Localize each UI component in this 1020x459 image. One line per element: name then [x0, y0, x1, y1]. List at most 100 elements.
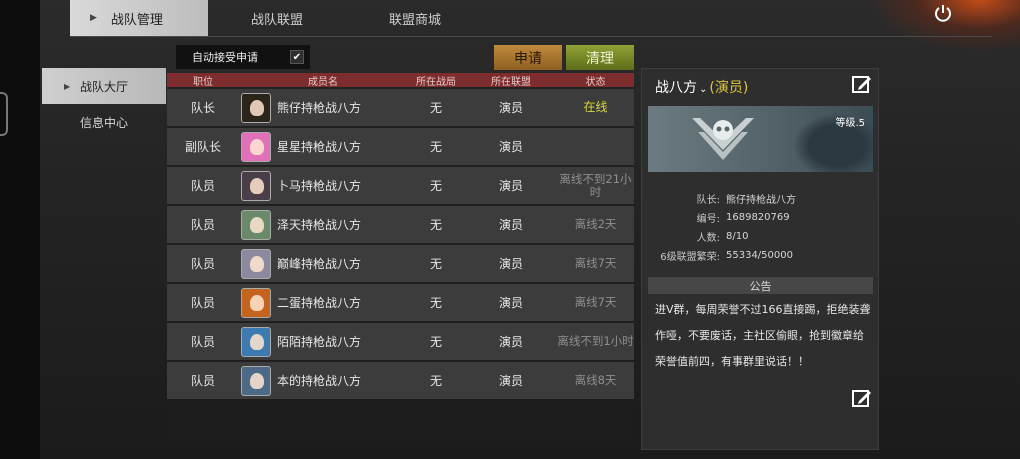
- cell-alliance: 演员: [498, 257, 523, 271]
- tab-label: 战队联盟: [250, 12, 303, 28]
- tab-label: 联盟商城: [388, 12, 441, 28]
- avatar[interactable]: [241, 248, 271, 279]
- cell-status: [557, 128, 634, 165]
- info-value: 1689820769: [726, 212, 790, 223]
- cell-status: 在线: [583, 100, 608, 114]
- header-alliance: 所在联盟: [491, 76, 531, 88]
- info-key: 人数:: [696, 233, 720, 244]
- info-row-prosperity: 6级联盟繁荣: 55334/50000: [648, 246, 873, 265]
- table-row[interactable]: 队员 卜马持枪战八方 无 演员 离线不到21小时: [167, 167, 634, 204]
- tab-alliance-shop[interactable]: 联盟商城: [346, 0, 484, 36]
- avatar[interactable]: [241, 209, 271, 240]
- avatar[interactable]: [241, 170, 271, 201]
- avatar[interactable]: [241, 131, 271, 162]
- member-table: 职位 成员名 所在战局 所在联盟 状态 队长 熊仔持枪战八方无演员 在线 副队长 星星持…: [167, 73, 634, 451]
- team-name: 战八方: [655, 80, 697, 96]
- avatar[interactable]: [241, 326, 271, 357]
- cell-status: 离线2天: [574, 217, 617, 231]
- member-name: 泽天持枪战八方: [277, 218, 362, 232]
- cell-member: 二蛋持枪战八方: [239, 284, 407, 321]
- cell-member: 陌陌持枪战八方: [239, 323, 407, 360]
- cell-status: 离线7天: [574, 256, 617, 270]
- cell-position: 副队长: [184, 140, 221, 154]
- avatar-face: [250, 177, 264, 194]
- nav-item-info-center[interactable]: 信息中心: [42, 104, 166, 140]
- info-value: 熊仔持枪战八方: [726, 195, 796, 206]
- table-row[interactable]: 副队长 星星持枪战八方 无 演员: [167, 128, 634, 165]
- team-title[interactable]: 战八方 ⌄ (演员): [655, 77, 748, 97]
- team-info-list: 队长: 熊仔持枪战八方 编号: 1689820769 人数: 8/10 6级联盟…: [648, 189, 873, 265]
- info-key: 编号:: [696, 214, 720, 225]
- cell-member: 熊仔持枪战八方: [239, 89, 407, 126]
- header-position: 职位: [193, 76, 213, 88]
- cell-position: 队员: [190, 257, 215, 271]
- cell-position: 队员: [190, 179, 215, 193]
- member-name: 巅峰持枪战八方: [277, 257, 362, 271]
- avatar[interactable]: [241, 287, 271, 318]
- header-battle: 所在战局: [416, 76, 456, 88]
- tab-label: 战队管理: [110, 12, 163, 28]
- info-value: 8/10: [726, 231, 749, 242]
- header-member-name: 成员名: [308, 76, 338, 88]
- tab-team-alliance[interactable]: 战队联盟: [208, 0, 346, 36]
- cell-status: 离线7天: [574, 295, 617, 309]
- left-shade: [0, 0, 40, 459]
- avatar-face: [250, 255, 264, 272]
- cell-alliance: 演员: [498, 101, 523, 115]
- avatar-face: [250, 333, 264, 350]
- cell-member: 星星持枪战八方: [239, 128, 407, 165]
- cell-battle: 无: [429, 296, 442, 310]
- skull-emblem-icon: [692, 118, 754, 160]
- edit-icon[interactable]: [851, 73, 873, 95]
- avatar[interactable]: [241, 365, 271, 396]
- auto-accept-toggle[interactable]: 自动接受申请 ✔: [176, 45, 310, 69]
- cell-status: 离线不到1小时: [557, 334, 634, 348]
- cell-member: 卜马持枪战八方: [239, 167, 407, 204]
- avatar[interactable]: [241, 92, 271, 123]
- info-row-captain: 队长: 熊仔持枪战八方: [648, 189, 873, 208]
- nav-label: 战队大厅: [80, 79, 129, 94]
- cell-alliance: 演员: [498, 140, 523, 154]
- cell-position: 队员: [190, 218, 215, 232]
- member-name: 星星持枪战八方: [277, 140, 362, 154]
- power-icon[interactable]: [932, 2, 954, 24]
- apply-button[interactable]: 申请: [494, 45, 562, 70]
- cell-member: 本的持枪战八方: [239, 362, 407, 399]
- chevron-down-icon: ⌄: [699, 84, 708, 95]
- avatar-face: [250, 99, 264, 116]
- table-row[interactable]: 队员 陌陌持枪战八方 无 演员 离线不到1小时: [167, 323, 634, 360]
- tab-arrow-icon: ▶: [90, 13, 97, 23]
- table-row[interactable]: 队员 巅峰持枪战八方 无 演员 离线7天: [167, 245, 634, 282]
- table-body: 队长 熊仔持枪战八方无演员 在线 副队长 星星持枪战八方无演员 队员 卜马持枪战八方无演员离…: [167, 89, 634, 399]
- cell-battle: 无: [429, 179, 442, 193]
- member-name: 二蛋持枪战八方: [277, 296, 362, 310]
- nav-item-team-hall[interactable]: ▶ 战队大厅: [42, 68, 166, 104]
- tab-team-management[interactable]: ▶ 战队管理: [70, 0, 208, 36]
- cell-alliance: 演员: [498, 374, 523, 388]
- top-tab-bar: ▶ 战队管理 战队联盟 联盟商城: [70, 0, 484, 36]
- nav-label: 信息中心: [80, 115, 129, 130]
- header-status: 状态: [585, 76, 606, 88]
- table-row[interactable]: 队员 本的持枪战八方 无 演员 离线8天: [167, 362, 634, 399]
- table-row[interactable]: 队员 二蛋持枪战八方 无 演员 离线7天: [167, 284, 634, 321]
- top-divider: [70, 36, 992, 37]
- edit-icon[interactable]: [851, 387, 873, 409]
- table-row[interactable]: 队长 熊仔持枪战八方 无 演员 在线: [167, 89, 634, 126]
- table-row[interactable]: 队员 泽天持枪战八方 无 演员 离线2天: [167, 206, 634, 243]
- cell-status: 离线不到21小时: [559, 171, 632, 199]
- info-value: 55334/50000: [726, 250, 793, 261]
- cell-position: 队长: [190, 101, 215, 115]
- avatar-face: [250, 372, 264, 389]
- cell-member: 泽天持枪战八方: [239, 206, 407, 243]
- cell-member: 巅峰持枪战八方: [239, 245, 407, 282]
- checkbox-icon[interactable]: ✔: [290, 50, 304, 64]
- notice-title: 公告: [648, 277, 873, 294]
- side-drawer-handle[interactable]: [0, 92, 8, 136]
- clear-button[interactable]: 清理: [566, 45, 634, 70]
- cell-alliance: 演员: [498, 296, 523, 310]
- member-name: 本的持枪战八方: [277, 374, 362, 388]
- cell-alliance: 演员: [498, 218, 523, 232]
- member-name: 熊仔持枪战八方: [277, 101, 362, 115]
- left-nav: ▶ 战队大厅 信息中心: [42, 68, 166, 140]
- member-name: 卜马持枪战八方: [277, 179, 362, 193]
